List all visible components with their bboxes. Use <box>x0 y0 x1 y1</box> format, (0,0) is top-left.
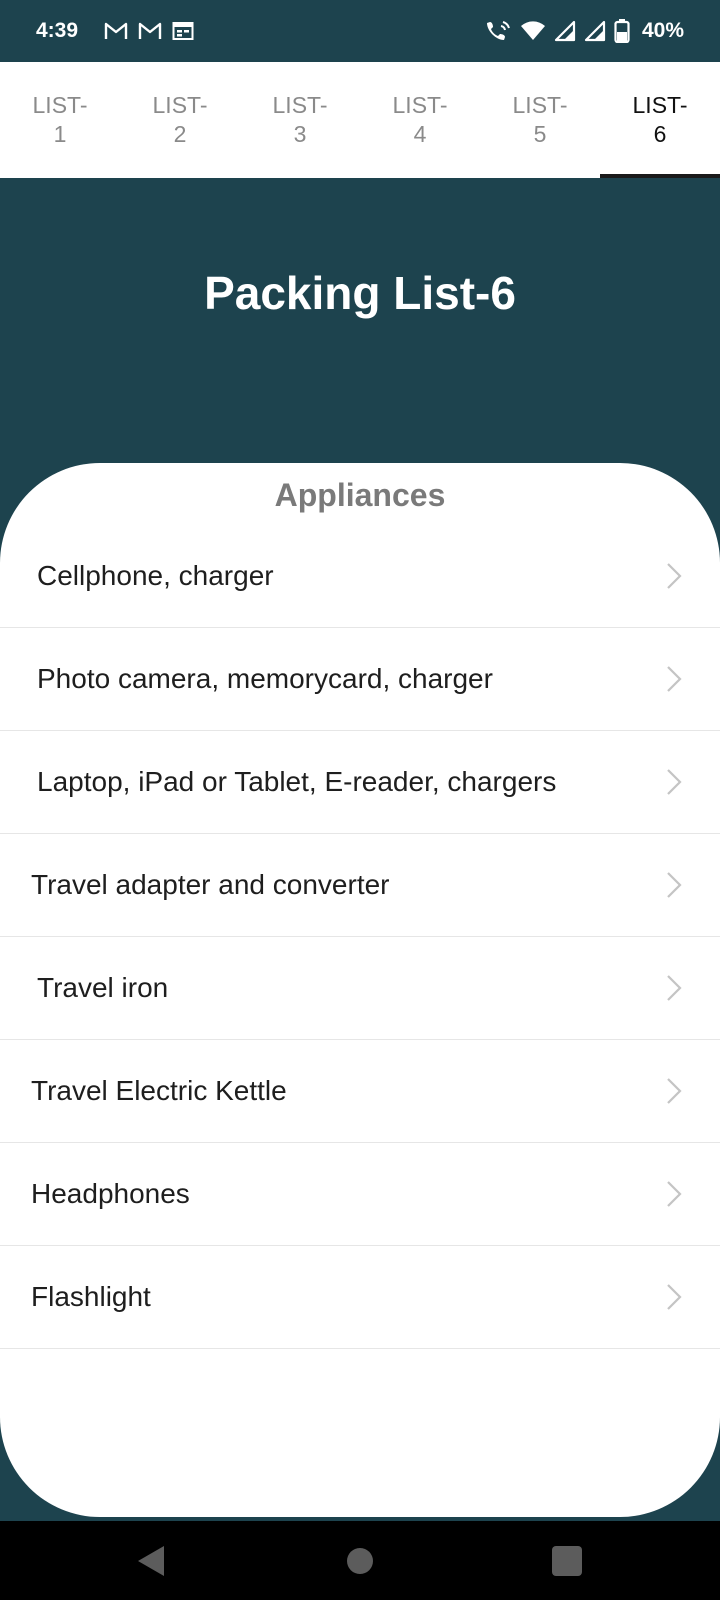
tab-label-line1: LIST- <box>32 92 88 118</box>
tab-list-1[interactable]: LIST- 1 <box>0 62 120 178</box>
wifi-calling-icon <box>486 19 512 43</box>
list-item-label: Headphones <box>31 1178 190 1209</box>
list-item-label: Travel Electric Kettle <box>31 1075 287 1106</box>
chevron-right-icon <box>667 563 682 589</box>
list-item[interactable]: Cellphone, charger <box>0 525 720 628</box>
tab-label-line1: LIST- <box>512 92 568 118</box>
chevron-right-icon <box>667 975 682 1001</box>
list-item-label: Travel iron <box>37 972 169 1003</box>
chevron-right-icon <box>667 872 682 898</box>
list-item-label: Travel adapter and converter <box>31 869 390 900</box>
home-icon[interactable] <box>346 1547 374 1575</box>
list-item[interactable]: Travel adapter and converter <box>0 834 720 937</box>
tab-list-4[interactable]: LIST- 4 <box>360 62 480 178</box>
calendar-icon <box>172 21 194 41</box>
list-item-label: Cellphone, charger <box>37 560 274 591</box>
list-item[interactable]: Headphones <box>0 1143 720 1246</box>
list-item[interactable]: Flashlight <box>0 1246 720 1349</box>
packing-list-card: Appliances Cellphone, charger Photo came… <box>0 463 720 1517</box>
status-right: 40% <box>486 19 684 43</box>
status-left: 4:39 <box>36 19 204 43</box>
chevron-right-icon <box>667 769 682 795</box>
tab-list-3[interactable]: LIST- 3 <box>240 62 360 178</box>
chevron-right-icon <box>667 666 682 692</box>
chevron-right-icon <box>667 1078 682 1104</box>
chevron-right-icon <box>667 1181 682 1207</box>
list-item[interactable]: Laptop, iPad or Tablet, E-reader, charge… <box>0 731 720 834</box>
tab-label-line1: LIST- <box>272 92 328 118</box>
list-item[interactable]: Photo camera, memorycard, charger <box>0 628 720 731</box>
battery-percentage: 40% <box>641 19 684 42</box>
gmail-icon <box>104 22 128 40</box>
list-item[interactable]: Travel Electric Kettle <box>0 1040 720 1143</box>
list-item-label: Laptop, iPad or Tablet, E-reader, charge… <box>37 766 557 797</box>
back-icon[interactable] <box>136 1544 166 1578</box>
list-item-label: Flashlight <box>31 1281 151 1312</box>
tab-list-6[interactable]: LIST- 6 <box>600 62 720 178</box>
section-title: Appliances <box>274 477 446 513</box>
recents-icon[interactable] <box>552 1545 582 1576</box>
tab-label-line2: 1 <box>53 121 67 147</box>
signal-icon <box>584 20 606 42</box>
list-tab-bar: LIST- 1 LIST- 2 LIST- 3 LIST- 4 LIST- 5 … <box>0 62 720 178</box>
tab-label-line2: 5 <box>533 121 547 147</box>
status-bar: 4:39 40% <box>0 0 720 62</box>
packing-list: Cellphone, charger Photo camera, memoryc… <box>0 525 720 1349</box>
page-title: Packing List-6 <box>204 267 516 319</box>
tab-list-5[interactable]: LIST- 5 <box>480 62 600 178</box>
tab-list-2[interactable]: LIST- 2 <box>120 62 240 178</box>
list-item[interactable]: Travel iron <box>0 937 720 1040</box>
tab-label-line1: LIST- <box>392 92 448 118</box>
chevron-right-icon <box>667 1284 682 1310</box>
wifi-icon <box>520 20 546 42</box>
tab-label-line1: LIST- <box>632 92 688 118</box>
tab-label-line2: 4 <box>413 121 427 147</box>
system-nav-bar <box>0 1521 720 1600</box>
app-screen: 4:39 40% LIST- 1 LIST- 2 LIST- 3 LIST- 4… <box>0 0 720 1600</box>
status-time: 4:39 <box>36 19 79 42</box>
signal-icon <box>554 20 576 42</box>
tab-label-line1: LIST- <box>152 92 208 118</box>
header-banner: Packing List-6 <box>0 178 720 478</box>
list-item-label: Photo camera, memorycard, charger <box>37 663 493 694</box>
tab-label-line2: 3 <box>293 121 307 147</box>
gmail-icon <box>138 22 162 40</box>
tab-label-line2: 2 <box>173 121 187 147</box>
battery-icon <box>614 19 630 43</box>
tab-label-line2: 6 <box>653 121 667 147</box>
